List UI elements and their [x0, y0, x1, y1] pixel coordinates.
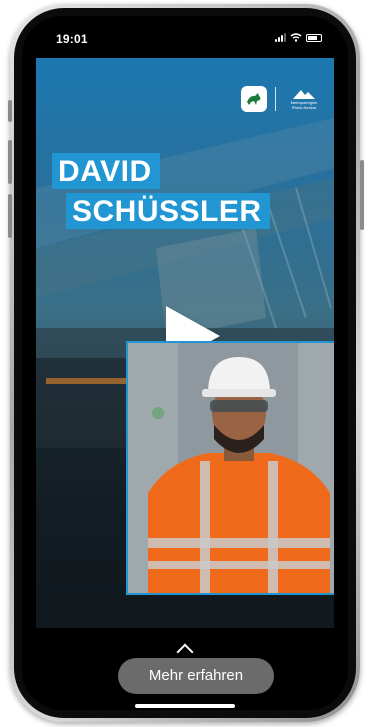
- logo-row: Metropolregion Rhein-Neckar: [241, 86, 324, 112]
- logo-divider: [275, 87, 276, 111]
- silent-switch: [8, 100, 12, 122]
- phone-screen: 19:01 Metropolregion Rhein-Neckar DAVID …: [22, 16, 348, 710]
- home-indicator[interactable]: [135, 704, 235, 708]
- speaker-first-name: DAVID: [52, 153, 160, 189]
- video-player[interactable]: Metropolregion Rhein-Neckar DAVID SCHÜSS…: [36, 58, 334, 628]
- john-deere-icon: [241, 86, 267, 112]
- status-time: 19:01: [56, 32, 88, 46]
- cellular-signal-icon: [275, 33, 286, 42]
- status-icons: [275, 33, 322, 42]
- metropolregion-logo: Metropolregion Rhein-Neckar: [284, 88, 324, 110]
- bottom-bar: Mehr erfahren: [22, 628, 348, 710]
- speaker-name: DAVID SCHÜSSLER: [52, 153, 270, 229]
- more-info-button[interactable]: Mehr erfahren: [118, 658, 274, 694]
- status-bar: 19:01: [22, 16, 348, 58]
- battery-icon: [306, 33, 322, 42]
- wifi-icon: [290, 33, 302, 42]
- volume-up-button: [8, 140, 12, 184]
- metropolregion-mountain-icon: [293, 90, 315, 99]
- metropolregion-text: Metropolregion Rhein-Neckar: [290, 100, 318, 110]
- volume-down-button: [8, 194, 12, 238]
- power-button: [360, 160, 364, 230]
- speaker-video-inset: [126, 341, 334, 595]
- worker-portrait: [128, 343, 334, 593]
- speaker-last-name: SCHÜSSLER: [66, 193, 270, 229]
- notch: [104, 16, 266, 42]
